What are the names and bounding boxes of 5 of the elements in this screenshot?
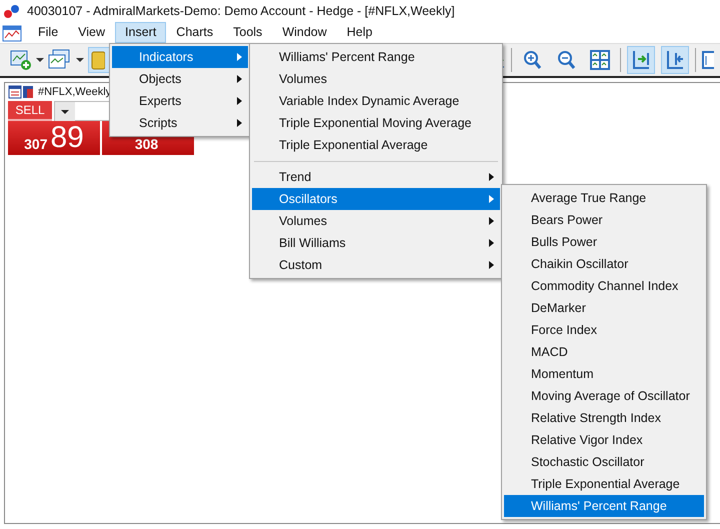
window-title: 40030107 - AdmiralMarkets-Demo: Demo Account - Hedge - [#NFLX,Weekly] bbox=[27, 4, 455, 18]
chart-symbol: #NFLX,Weekly bbox=[38, 86, 112, 98]
price-prefix: 307 bbox=[24, 135, 48, 153]
price-prefix: 308 bbox=[134, 135, 158, 153]
price-digits: 89 bbox=[50, 123, 84, 153]
